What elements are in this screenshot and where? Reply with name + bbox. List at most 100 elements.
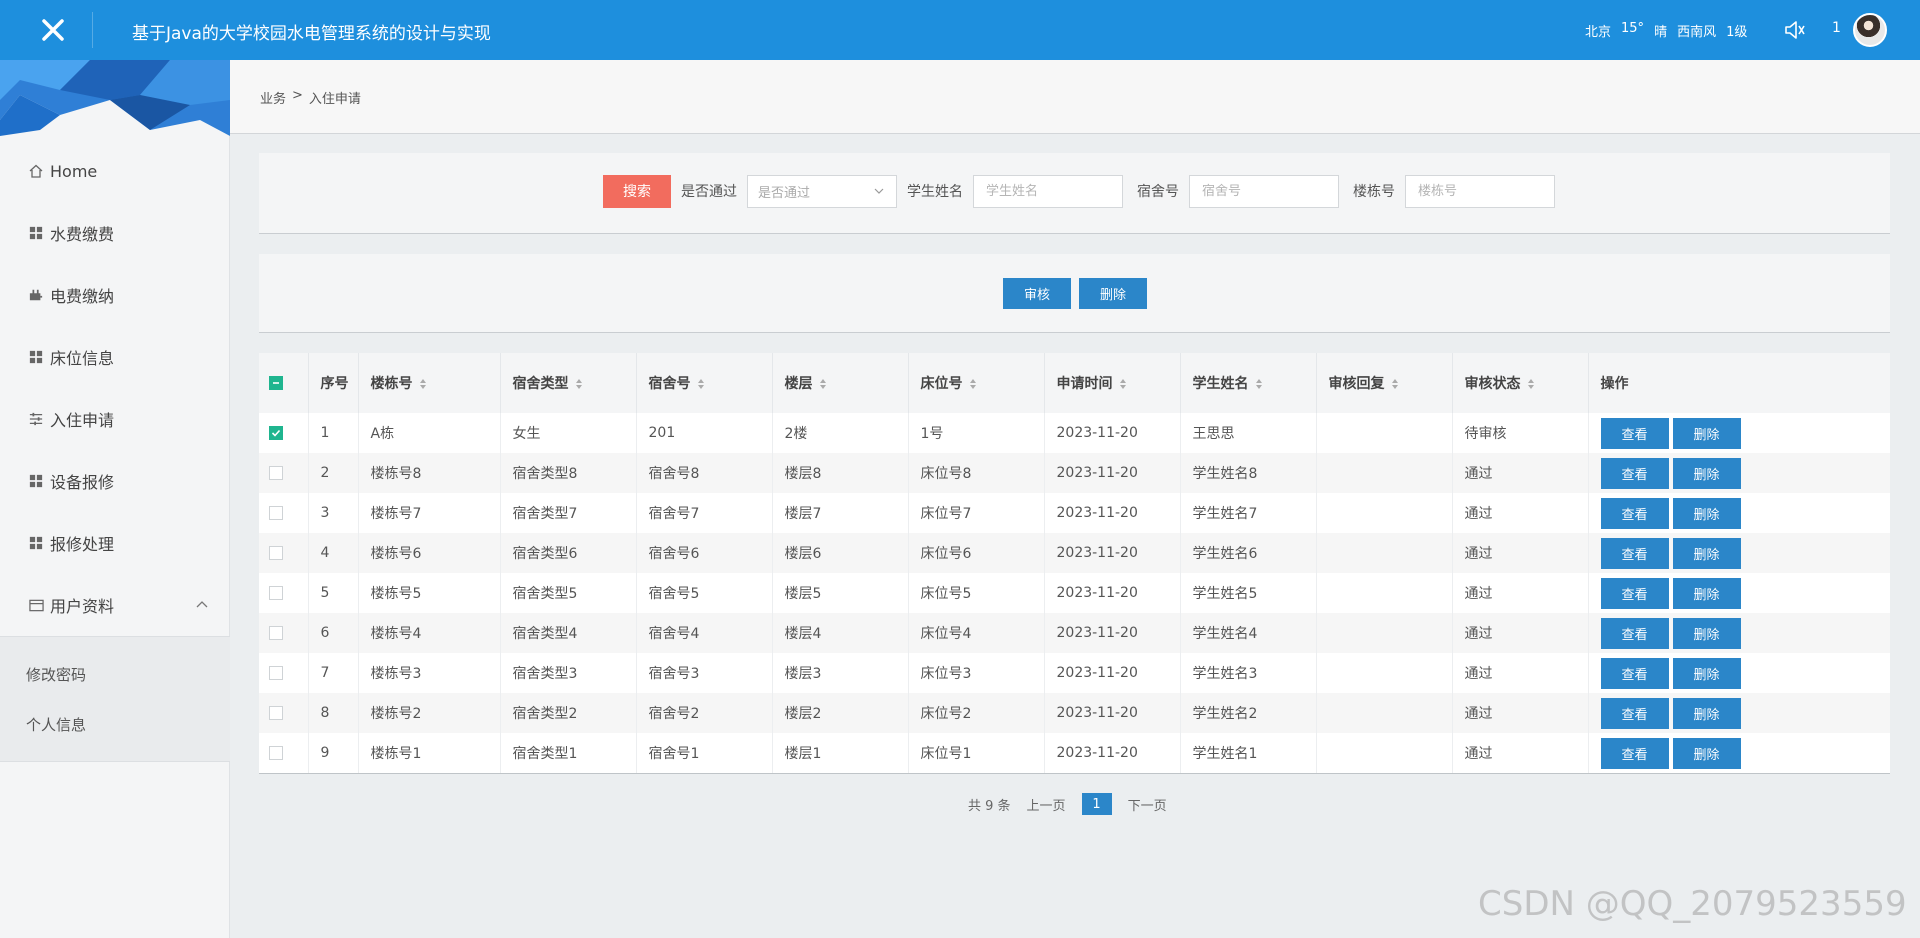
room-input[interactable]: [1189, 174, 1339, 208]
view-button[interactable]: 查看: [1600, 617, 1669, 649]
cell-floor: 楼层7: [771, 493, 908, 533]
cell-reply: [1315, 693, 1452, 733]
action-buttons: 审核 删除: [1003, 278, 1147, 309]
sort-icon[interactable]: [575, 378, 583, 390]
delete-button[interactable]: 删除: [1672, 497, 1741, 529]
delete-button[interactable]: 删除: [1672, 417, 1741, 449]
cell-no: 2: [307, 453, 358, 493]
row-checkbox[interactable]: [269, 586, 283, 600]
view-button[interactable]: 查看: [1600, 537, 1669, 569]
sort-icon[interactable]: [419, 378, 427, 390]
cell-no: 1: [307, 413, 358, 453]
delete-button[interactable]: 删除: [1672, 737, 1741, 769]
search-panel: 搜索 是否通过 是否通过 学生姓名 宿舍号 楼栋号: [259, 153, 1890, 234]
view-button[interactable]: 查看: [1600, 657, 1669, 689]
row-checkbox[interactable]: [269, 706, 283, 720]
sort-icon[interactable]: [1391, 378, 1399, 390]
sidebar-item-bed-info[interactable]: 床位信息: [0, 326, 230, 388]
col-header-room[interactable]: 宿舍号: [635, 353, 772, 413]
delete-button[interactable]: 删除: [1672, 457, 1741, 489]
row-actions-cell: 查看 删除: [1587, 613, 1890, 653]
passed-select-value: 是否通过: [758, 185, 811, 201]
col-header-time[interactable]: 申请时间: [1043, 353, 1180, 413]
row-select-cell: [259, 493, 308, 533]
building-input[interactable]: [1405, 174, 1555, 208]
submenu-item-personal-info[interactable]: 个人信息: [0, 699, 230, 749]
view-button[interactable]: 查看: [1600, 457, 1669, 489]
speaker-icon[interactable]: [1782, 17, 1808, 43]
col-header-reply[interactable]: 审核回复: [1315, 353, 1452, 413]
view-button[interactable]: 查看: [1600, 497, 1669, 529]
row-checkbox[interactable]: [269, 626, 283, 640]
view-button[interactable]: 查看: [1600, 737, 1669, 769]
audit-button[interactable]: 审核: [1003, 278, 1071, 309]
close-icon[interactable]: [14, 0, 92, 60]
table-row: 7 楼栋号3 宿舍类型3 宿舍号3 楼层3 床位号3 2023-11-20 学生姓名3 通过 查看…: [259, 653, 1890, 693]
col-header-no: 序号: [307, 353, 358, 413]
sort-icon[interactable]: [1255, 378, 1263, 390]
row-checkbox[interactable]: [269, 746, 283, 760]
breadcrumb-separator: >: [292, 88, 303, 103]
sort-icon[interactable]: [969, 378, 977, 390]
cell-bed: 1号: [907, 413, 1044, 453]
col-header-type[interactable]: 宿舍类型: [499, 353, 636, 413]
cell-no: 5: [307, 573, 358, 613]
passed-select[interactable]: 是否通过: [747, 174, 897, 208]
page-number-current[interactable]: 1: [1081, 793, 1112, 815]
sidebar-item-home[interactable]: Home: [0, 140, 230, 202]
view-button[interactable]: 查看: [1600, 577, 1669, 609]
search-button[interactable]: 搜索: [603, 174, 671, 208]
col-header-bed[interactable]: 床位号: [907, 353, 1044, 413]
view-button[interactable]: 查看: [1600, 697, 1669, 729]
cell-student: 学生姓名3: [1179, 653, 1316, 693]
sidebar-item-user-profile[interactable]: 用户资料: [0, 574, 230, 636]
sidebar-item-repair-report[interactable]: 设备报修: [0, 450, 230, 512]
sidebar-item-electric-fee[interactable]: 电费缴纳: [0, 264, 230, 326]
sidebar-banner: [0, 60, 230, 136]
sidebar-item-repair-handle[interactable]: 报修处理: [0, 512, 230, 574]
header-divider: [92, 12, 93, 48]
chevron-up-icon[interactable]: [196, 600, 208, 608]
delete-button[interactable]: 删除: [1672, 577, 1741, 609]
delete-button[interactable]: 删除: [1672, 617, 1741, 649]
sidebar-menu: Home 水费缴费 电费缴纳 床位信息 入住申请 设备报修 报修处理 用户资料 …: [0, 140, 230, 762]
sort-icon[interactable]: [1527, 378, 1535, 390]
building-label: 楼栋号: [1353, 184, 1395, 200]
sort-icon[interactable]: [697, 378, 705, 390]
view-button[interactable]: 查看: [1600, 417, 1669, 449]
col-header-status[interactable]: 审核状态: [1451, 353, 1588, 413]
col-header-floor[interactable]: 楼层: [771, 353, 908, 413]
row-checkbox[interactable]: [269, 546, 283, 560]
sidebar-item-water-fee[interactable]: 水费缴费: [0, 202, 230, 264]
cell-student: 王思思: [1179, 413, 1316, 453]
row-checkbox[interactable]: [269, 426, 283, 440]
select-all-checkbox[interactable]: [269, 376, 283, 390]
cell-type: 宿舍类型3: [499, 653, 636, 693]
row-checkbox[interactable]: [269, 666, 283, 680]
sort-icon[interactable]: [1119, 378, 1127, 390]
avatar[interactable]: [1853, 13, 1887, 47]
breadcrumb-parent[interactable]: 业务: [260, 88, 286, 107]
col-header-student[interactable]: 学生姓名: [1179, 353, 1316, 413]
delete-button[interactable]: 删除: [1672, 697, 1741, 729]
student-name-input[interactable]: [973, 174, 1123, 208]
select-all-cell: [259, 353, 308, 413]
breadcrumb-current: 入住申请: [308, 92, 361, 107]
batch-delete-button[interactable]: 删除: [1079, 278, 1147, 309]
cell-type: 宿舍类型4: [499, 613, 636, 653]
submenu-item-change-password[interactable]: 修改密码: [0, 649, 230, 699]
sort-icon[interactable]: [819, 378, 827, 390]
cell-floor: 楼层1: [771, 733, 908, 773]
row-checkbox[interactable]: [269, 466, 283, 480]
prev-page-link[interactable]: 上一页: [1027, 795, 1066, 814]
notification-count[interactable]: 1: [1832, 20, 1841, 36]
col-header-building[interactable]: 楼栋号: [357, 353, 500, 413]
next-page-link[interactable]: 下一页: [1128, 795, 1167, 814]
cell-student: 学生姓名4: [1179, 613, 1316, 653]
sidebar-item-checkin-apply[interactable]: 入住申请: [0, 388, 230, 450]
pagination: 共 9 条 上一页 1 下一页: [968, 793, 1167, 815]
delete-button[interactable]: 删除: [1672, 657, 1741, 689]
student-name-label: 学生姓名: [907, 184, 963, 200]
row-checkbox[interactable]: [269, 506, 283, 520]
delete-button[interactable]: 删除: [1672, 537, 1741, 569]
